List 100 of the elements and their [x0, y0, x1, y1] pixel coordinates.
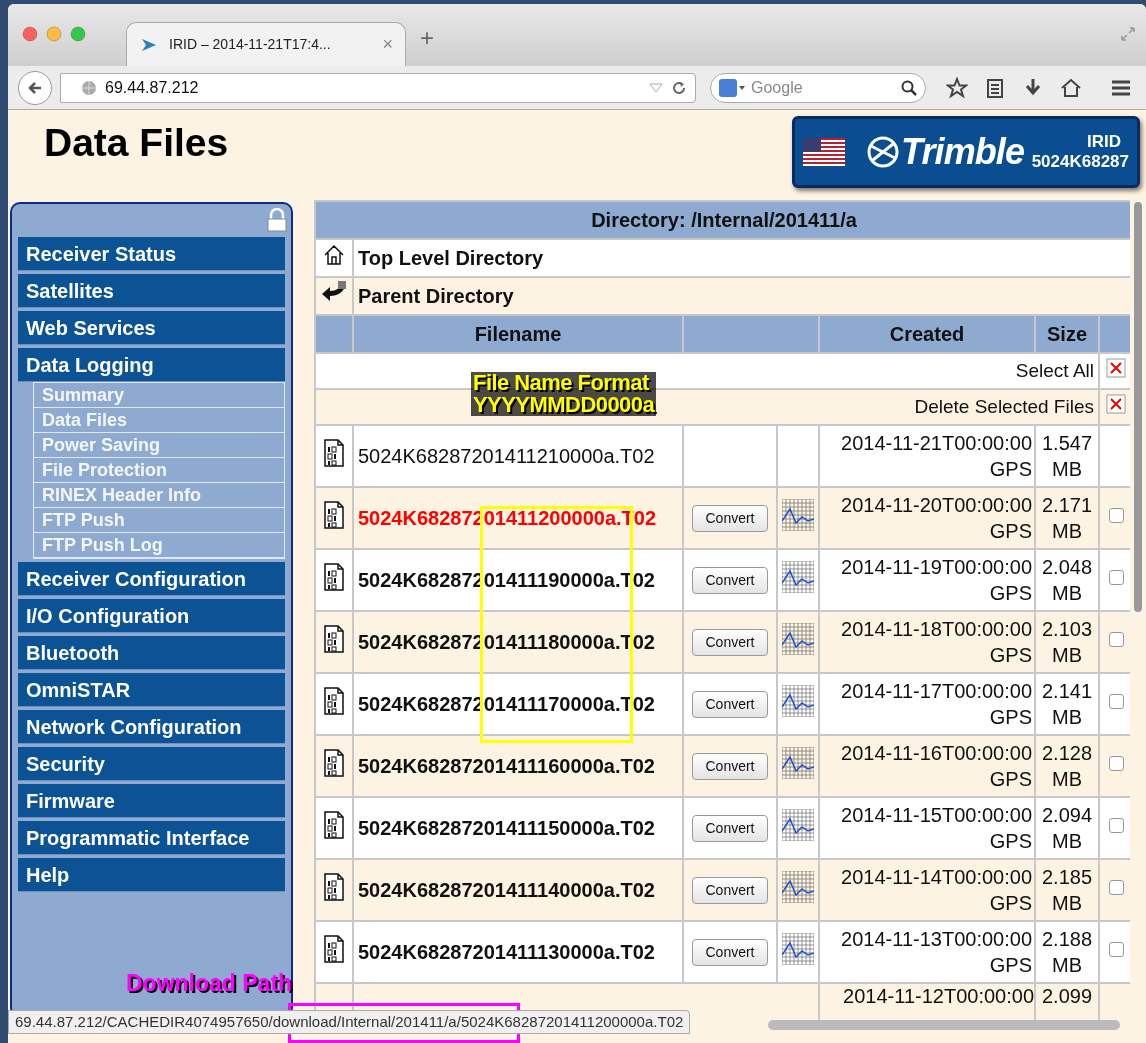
filename-link[interactable]: 5024K68287201411140000a.T02: [354, 860, 682, 920]
file-checkbox[interactable]: [1108, 508, 1124, 523]
created-cell-text: 2014-11-15T00:00:00 GPS: [840, 803, 1033, 854]
sidebar-menu-item[interactable]: Data Logging: [18, 348, 285, 382]
filename-link[interactable]: 5024K68287201411150000a.T02: [354, 798, 682, 858]
file-checkbox[interactable]: [1108, 756, 1124, 771]
search-placeholder: Google: [751, 77, 803, 98]
plot-icon[interactable]: [782, 932, 814, 965]
sidebar-menu-item[interactable]: Receiver Configuration: [18, 562, 285, 596]
file-checkbox[interactable]: [1108, 570, 1124, 585]
file-checkbox[interactable]: [1108, 880, 1124, 895]
convert-button[interactable]: Convert: [692, 938, 768, 966]
receiver-serial: 5024K68287: [1031, 152, 1129, 172]
filename-link[interactable]: 5024K68287201411210000a.T02: [354, 426, 682, 486]
created-cell-text: 2014-11-21T00:00:00 GPS: [840, 431, 1033, 482]
star-icon[interactable]: [946, 76, 968, 99]
sidebar-menu-item[interactable]: I/O Configuration: [18, 599, 285, 633]
browser-tab[interactable]: IRID – 2014-11-21T17:4... ×: [126, 22, 406, 66]
created-cell-text: 2014-11-19T00:00:00 GPS: [840, 555, 1033, 606]
sidebar-menu-item[interactable]: OmniSTAR: [18, 673, 285, 707]
reload-icon[interactable]: [671, 79, 687, 96]
file-checkbox[interactable]: [1108, 694, 1124, 709]
size-cell-text: 2.185 MB: [1040, 865, 1094, 916]
sidebar-menu-item[interactable]: Programmatic Interface: [18, 821, 285, 855]
convert-button[interactable]: Convert: [692, 566, 768, 594]
column-header: Filename: [473, 322, 563, 347]
status-bar: 69.44.87.212/CACHEDIR4074957650/download/Internal/201411/a/5024K68287201411200000a.T02: [8, 1010, 691, 1034]
home-icon[interactable]: [323, 243, 345, 266]
size-cell-text: 1.547 MB: [1040, 431, 1094, 482]
plot-icon[interactable]: [782, 808, 814, 841]
sidebar-menu-item[interactable]: Firmware: [18, 784, 285, 818]
plot-icon[interactable]: [782, 560, 814, 593]
sidebar-menu-item[interactable]: Network Configuration: [18, 710, 285, 744]
convert-button[interactable]: Convert: [692, 752, 768, 780]
binary-file-icon: [322, 438, 346, 467]
clipboard-icon[interactable]: [984, 76, 1006, 99]
convert-button[interactable]: Convert: [692, 690, 768, 718]
convert-button[interactable]: Convert: [692, 504, 768, 532]
sidebar-menu-item[interactable]: Web Services: [18, 311, 285, 345]
address-bar[interactable]: 69.44.87.212: [60, 72, 696, 103]
file-checkbox[interactable]: [1108, 942, 1124, 957]
convert-button[interactable]: Convert: [692, 628, 768, 656]
sidebar-menu-item[interactable]: Receiver Status: [18, 237, 285, 271]
sidebar-menu-item[interactable]: Help: [18, 858, 285, 892]
search-field[interactable]: Google: [710, 72, 926, 103]
convert-button[interactable]: Convert: [692, 814, 768, 842]
receiver-model: IRID: [1087, 132, 1121, 152]
filename-link[interactable]: 5024K68287201411160000a.T02: [354, 736, 682, 796]
size-cell-text: 2.171 MB: [1040, 493, 1094, 544]
delete-icon[interactable]: [1106, 357, 1127, 378]
filename-link[interactable]: 5024K68287201411130000a.T02: [354, 922, 682, 982]
file-checkbox[interactable]: [1108, 818, 1124, 833]
sidebar-menu-item[interactable]: Satellites: [18, 274, 285, 308]
page-title: Data Files: [44, 120, 229, 166]
lock-icon[interactable]: [267, 208, 287, 232]
brand-name: Trimble: [901, 130, 1025, 174]
address-text: 69.44.87.212: [105, 77, 199, 98]
search-icon[interactable]: [901, 79, 917, 96]
plot-icon[interactable]: [782, 622, 814, 655]
flag-icon: [803, 138, 845, 166]
created-cell-text: 2014-11-13T00:00:00 GPS: [840, 927, 1033, 978]
created-cell-text: 2014-11-17T00:00:00 GPS: [840, 679, 1033, 730]
created-cell-text: 2014-11-12T00:00:00: [842, 984, 1034, 1009]
new-tab-button[interactable]: +: [420, 20, 434, 56]
binary-file-icon: [322, 748, 346, 777]
plot-icon[interactable]: [782, 684, 814, 717]
back-button[interactable]: [18, 70, 52, 105]
annotation-text: YYYYMMDD0000a: [471, 394, 657, 416]
directory-heading: Directory: /Internal/201411/a: [590, 208, 858, 233]
binary-file-icon: [322, 500, 346, 529]
binary-file-icon: [322, 686, 346, 715]
sidebar-menu-item[interactable]: Bluetooth: [18, 636, 285, 670]
created-cell-text: 2014-11-16T00:00:00 GPS: [840, 741, 1033, 792]
created-cell-text: 2014-11-14T00:00:00 GPS: [840, 865, 1033, 916]
plot-icon[interactable]: [782, 870, 814, 903]
sidebar-menu-item[interactable]: Security: [18, 747, 285, 781]
file-checkbox[interactable]: [1108, 632, 1124, 647]
select-all-link[interactable]: Select All: [1015, 359, 1094, 381]
binary-file-icon: [322, 934, 346, 963]
plot-icon[interactable]: [782, 746, 814, 779]
plot-icon[interactable]: [782, 498, 814, 531]
size-cell-text: 2.128 MB: [1040, 741, 1094, 792]
size-cell-text: 2.103 MB: [1040, 617, 1094, 668]
size-cell-text: 2.048 MB: [1040, 555, 1094, 606]
convert-button[interactable]: Convert: [692, 876, 768, 904]
home-icon[interactable]: [1060, 76, 1082, 99]
window-control-icon[interactable]: [22, 26, 38, 42]
size-cell-text: 2.188 MB: [1040, 927, 1094, 978]
delete-selected-link[interactable]: Delete Selected Files: [914, 395, 1094, 417]
size-cell-text: 2.099: [1040, 984, 1094, 1009]
size-cell-text: 2.141 MB: [1040, 679, 1094, 730]
delete-icon[interactable]: [1106, 393, 1127, 414]
size-cell-text: 2.094 MB: [1040, 803, 1094, 854]
annotation-text: Download Path: [126, 969, 293, 998]
column-header: Created: [888, 322, 966, 347]
search-engine-icon[interactable]: [719, 77, 745, 98]
annotation-text: File Name Format: [471, 372, 657, 394]
horizontal-scrollbar[interactable]: [768, 1020, 1120, 1030]
column-header: Size: [1046, 322, 1088, 347]
binary-file-icon: [322, 872, 346, 901]
